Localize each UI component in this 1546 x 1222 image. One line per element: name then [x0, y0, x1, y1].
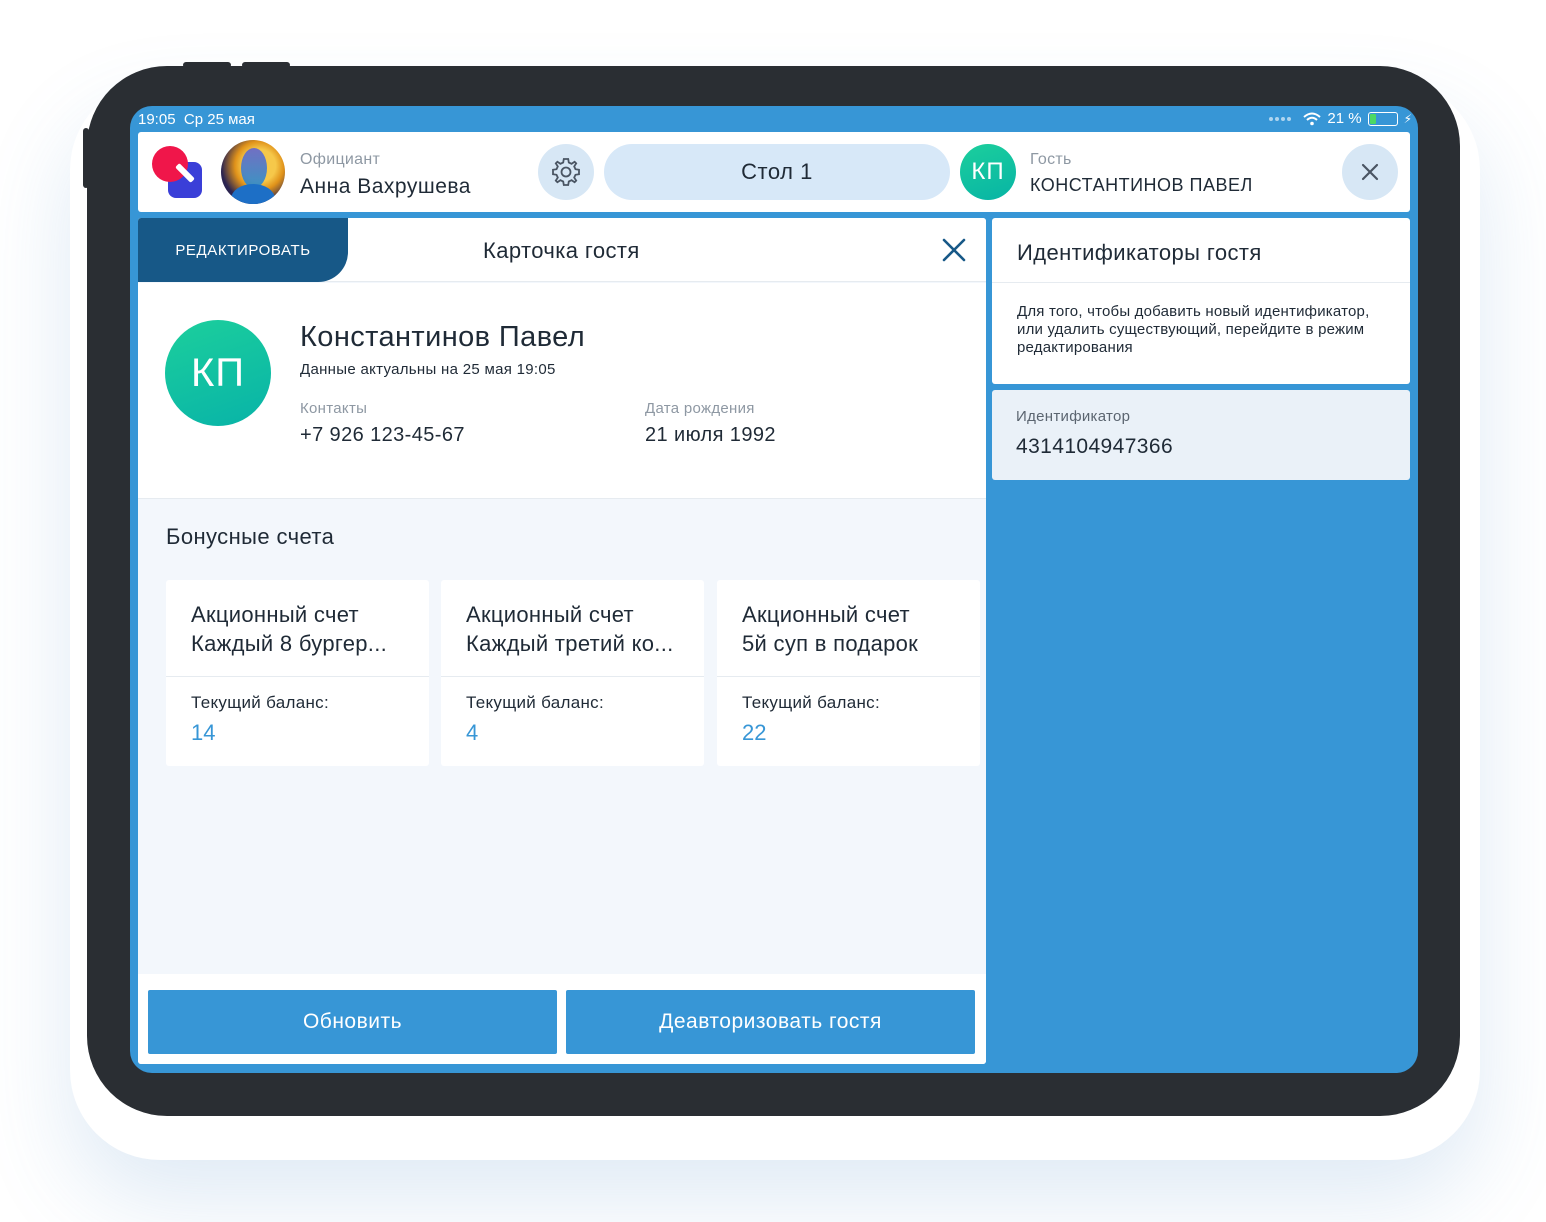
data-updated-text: Данные актуальны на 25 мая 19:05 — [300, 361, 556, 378]
waiter-label: Официант — [300, 151, 381, 168]
close-guest-button[interactable] — [1342, 144, 1398, 200]
identifier-label: Идентификатор — [1016, 408, 1131, 425]
bonus-account-name: 5й суп в подарок — [742, 631, 919, 656]
divider — [166, 676, 429, 677]
table-selector[interactable]: Стол 1 — [604, 144, 950, 200]
divider — [441, 676, 704, 677]
divider — [992, 282, 1410, 283]
bonus-account-card[interactable]: Акционный счет 5й суп в подарок Текущий … — [717, 580, 980, 766]
close-icon — [1361, 163, 1379, 181]
identifier-item[interactable]: Идентификатор 4314104947366 — [992, 390, 1410, 480]
bonus-account-type: Акционный счет — [191, 602, 359, 627]
balance-value: 4 — [466, 720, 479, 745]
bonus-account-type: Акционный счет — [742, 602, 910, 627]
balance-label: Текущий баланс: — [466, 693, 605, 712]
guest-card-header: РЕДАКТИРОВАТЬ Карточка гостя — [138, 218, 986, 282]
bonus-account-card[interactable]: Акционный счет Каждый 8 бургер... Текущи… — [166, 580, 429, 766]
guest-card-title: Карточка гостя — [483, 238, 640, 263]
status-time: 19:05 Ср 25 мая — [138, 111, 255, 128]
identifiers-hint: Для того, чтобы добавить новый идентифик… — [1017, 303, 1370, 356]
status-right: 21 % ⚡ — [1269, 110, 1412, 127]
balance-label: Текущий баланс: — [742, 693, 881, 712]
contacts-label: Контакты — [300, 400, 368, 417]
app-logo — [152, 146, 206, 200]
guest-name: КОНСТАНТИНОВ ПАВЕЛ — [1030, 175, 1253, 195]
waiter-avatar[interactable] — [221, 140, 285, 204]
bonus-account-name: Каждый 8 бургер... — [191, 631, 388, 656]
contacts-value: +7 926 123-45-67 — [300, 424, 465, 446]
wifi-icon — [1303, 112, 1322, 125]
balance-label: Текущий баланс: — [191, 693, 330, 712]
header-bar: Официант Анна Вахрушева Стол 1 КП Гость … — [138, 132, 1410, 212]
balance-value: 14 — [191, 720, 216, 745]
charging-icon: ⚡ — [1403, 111, 1412, 126]
close-icon[interactable] — [940, 236, 968, 264]
stage: 19:05 Ср 25 мая 21 % ⚡ Официант Анна Вах… — [0, 0, 1546, 1222]
battery-icon — [1367, 111, 1398, 126]
bonus-account-card[interactable]: Акционный счет Каждый третий ко... Текущ… — [441, 580, 704, 766]
birthday-value: 21 июля 1992 — [645, 424, 776, 446]
identifiers-title: Идентификаторы гостя — [1017, 240, 1262, 265]
status-bar: 19:05 Ср 25 мая 21 % ⚡ — [130, 106, 1418, 132]
guest-profile-avatar: КП — [165, 320, 271, 426]
bonus-account-type: Акционный счет — [466, 602, 634, 627]
waiter-name: Анна Вахрушева — [300, 175, 471, 198]
settings-button[interactable] — [538, 144, 594, 200]
edit-tab[interactable]: РЕДАКТИРОВАТЬ — [138, 218, 348, 282]
signal-icon — [1269, 116, 1292, 121]
refresh-button[interactable]: Обновить — [148, 990, 557, 1054]
birthday-label: Дата рождения — [645, 400, 755, 417]
identifiers-panel: Идентификаторы гостя Для того, чтобы доб… — [992, 218, 1410, 384]
guest-label: Гость — [1030, 151, 1072, 168]
bonus-accounts-heading: Бонусные счета — [166, 524, 335, 549]
guest-profile: КП Константинов Павел Данные актуальны н… — [138, 283, 986, 499]
identifier-value: 4314104947366 — [1016, 435, 1174, 458]
gear-icon — [552, 158, 580, 186]
screen: 19:05 Ср 25 мая 21 % ⚡ Официант Анна Вах… — [130, 106, 1418, 1073]
guest-avatar[interactable]: КП — [960, 144, 1016, 200]
bonus-account-name: Каждый третий ко... — [466, 631, 674, 656]
guest-card-panel: РЕДАКТИРОВАТЬ Карточка гостя КП Констант… — [138, 218, 986, 1064]
battery-percent: 21 % — [1327, 110, 1362, 127]
guest-card-footer: Обновить Деавторизовать гостя — [138, 974, 986, 1064]
guest-full-name: Константинов Павел — [300, 321, 586, 353]
balance-value: 22 — [742, 720, 767, 745]
divider — [717, 676, 980, 677]
deauthorize-guest-button[interactable]: Деавторизовать гостя — [566, 990, 975, 1054]
